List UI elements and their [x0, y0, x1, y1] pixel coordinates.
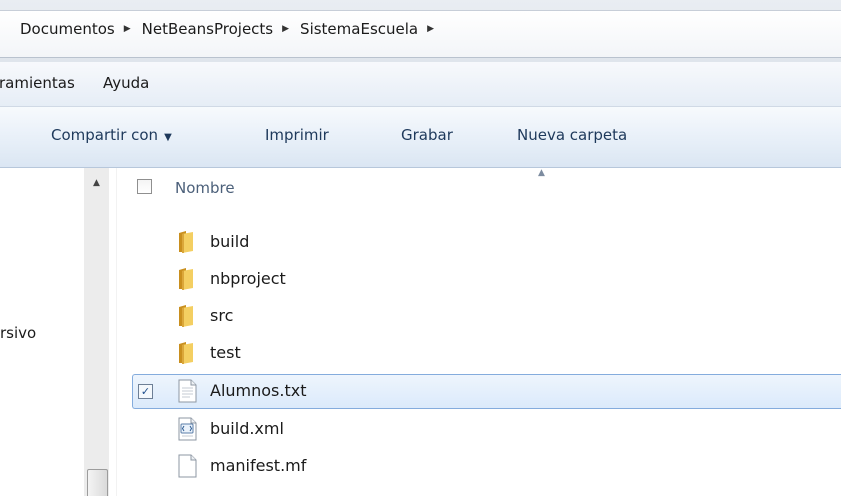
item-checkbox[interactable]: ✓	[138, 384, 153, 399]
pane-splitter[interactable]	[116, 168, 117, 496]
text-file-icon	[178, 379, 197, 403]
file-name: Alumnos.txt	[210, 381, 307, 400]
share-label: Compartir con	[51, 126, 159, 144]
list-item[interactable]: build	[118, 224, 841, 260]
file-name: build.xml	[210, 419, 284, 438]
file-name: manifest.mf	[210, 456, 307, 475]
select-all-checkbox[interactable]	[137, 179, 152, 194]
folder-icon	[179, 231, 193, 253]
nav-item-partial[interactable]: rsivo	[0, 324, 36, 342]
burn-button[interactable]: Grabar	[401, 126, 453, 144]
chevron-right-icon[interactable]: ▶	[124, 24, 131, 34]
share-button[interactable]: Compartir con ▼	[51, 126, 172, 144]
file-name: src	[210, 306, 234, 325]
list-item-selected[interactable]: ✓ Alumnos.txt	[118, 373, 841, 409]
breadcrumb: Documentos ▶ NetBeansProjects ▶ SistemaE…	[18, 20, 443, 38]
navigation-scrollbar[interactable]: ▲	[84, 168, 109, 496]
menu-bar: ramientas Ayuda	[0, 62, 841, 107]
menu-ayuda[interactable]: Ayuda	[103, 74, 149, 92]
breadcrumb-sistemaescuela[interactable]: SistemaEscuela	[298, 20, 420, 38]
scroll-up-icon[interactable]: ▲	[84, 173, 109, 193]
file-list: Nombre ▲ build nbproject src test ✓ Alum…	[118, 168, 841, 496]
list-item[interactable]: src	[118, 298, 841, 334]
breadcrumb-netbeansprojects[interactable]: NetBeansProjects	[140, 20, 276, 38]
list-item[interactable]: test	[118, 335, 841, 371]
file-name: build	[210, 232, 250, 251]
chevron-right-icon[interactable]: ▶	[427, 24, 434, 34]
new-folder-button[interactable]: Nueva carpeta	[517, 126, 627, 144]
chevron-right-icon[interactable]: ▶	[282, 24, 289, 34]
command-bar: Compartir con ▼ Imprimir Grabar Nueva car…	[0, 107, 841, 168]
print-button[interactable]: Imprimir	[265, 126, 329, 144]
file-name: nbproject	[210, 269, 286, 288]
folder-icon	[179, 268, 193, 290]
address-bar: Documentos ▶ NetBeansProjects ▶ SistemaE…	[0, 0, 841, 62]
dropdown-arrow-icon: ▼	[164, 132, 172, 143]
sort-ascending-icon: ▲	[538, 168, 545, 178]
xml-file-icon	[178, 417, 197, 441]
list-item[interactable]: manifest.mf	[118, 448, 841, 484]
folder-icon	[179, 305, 193, 327]
file-icon	[178, 454, 197, 478]
column-header-name[interactable]: Nombre	[175, 179, 235, 197]
breadcrumb-documentos[interactable]: Documentos	[18, 20, 117, 38]
folder-icon	[179, 342, 193, 364]
list-item[interactable]: nbproject	[118, 261, 841, 297]
file-name: test	[210, 343, 241, 362]
list-item[interactable]: build.xml	[118, 411, 841, 447]
scrollbar-thumb[interactable]	[87, 469, 108, 496]
menu-herramientas[interactable]: ramientas	[0, 74, 75, 92]
explorer-window: Documentos ▶ NetBeansProjects ▶ SistemaE…	[0, 0, 841, 496]
